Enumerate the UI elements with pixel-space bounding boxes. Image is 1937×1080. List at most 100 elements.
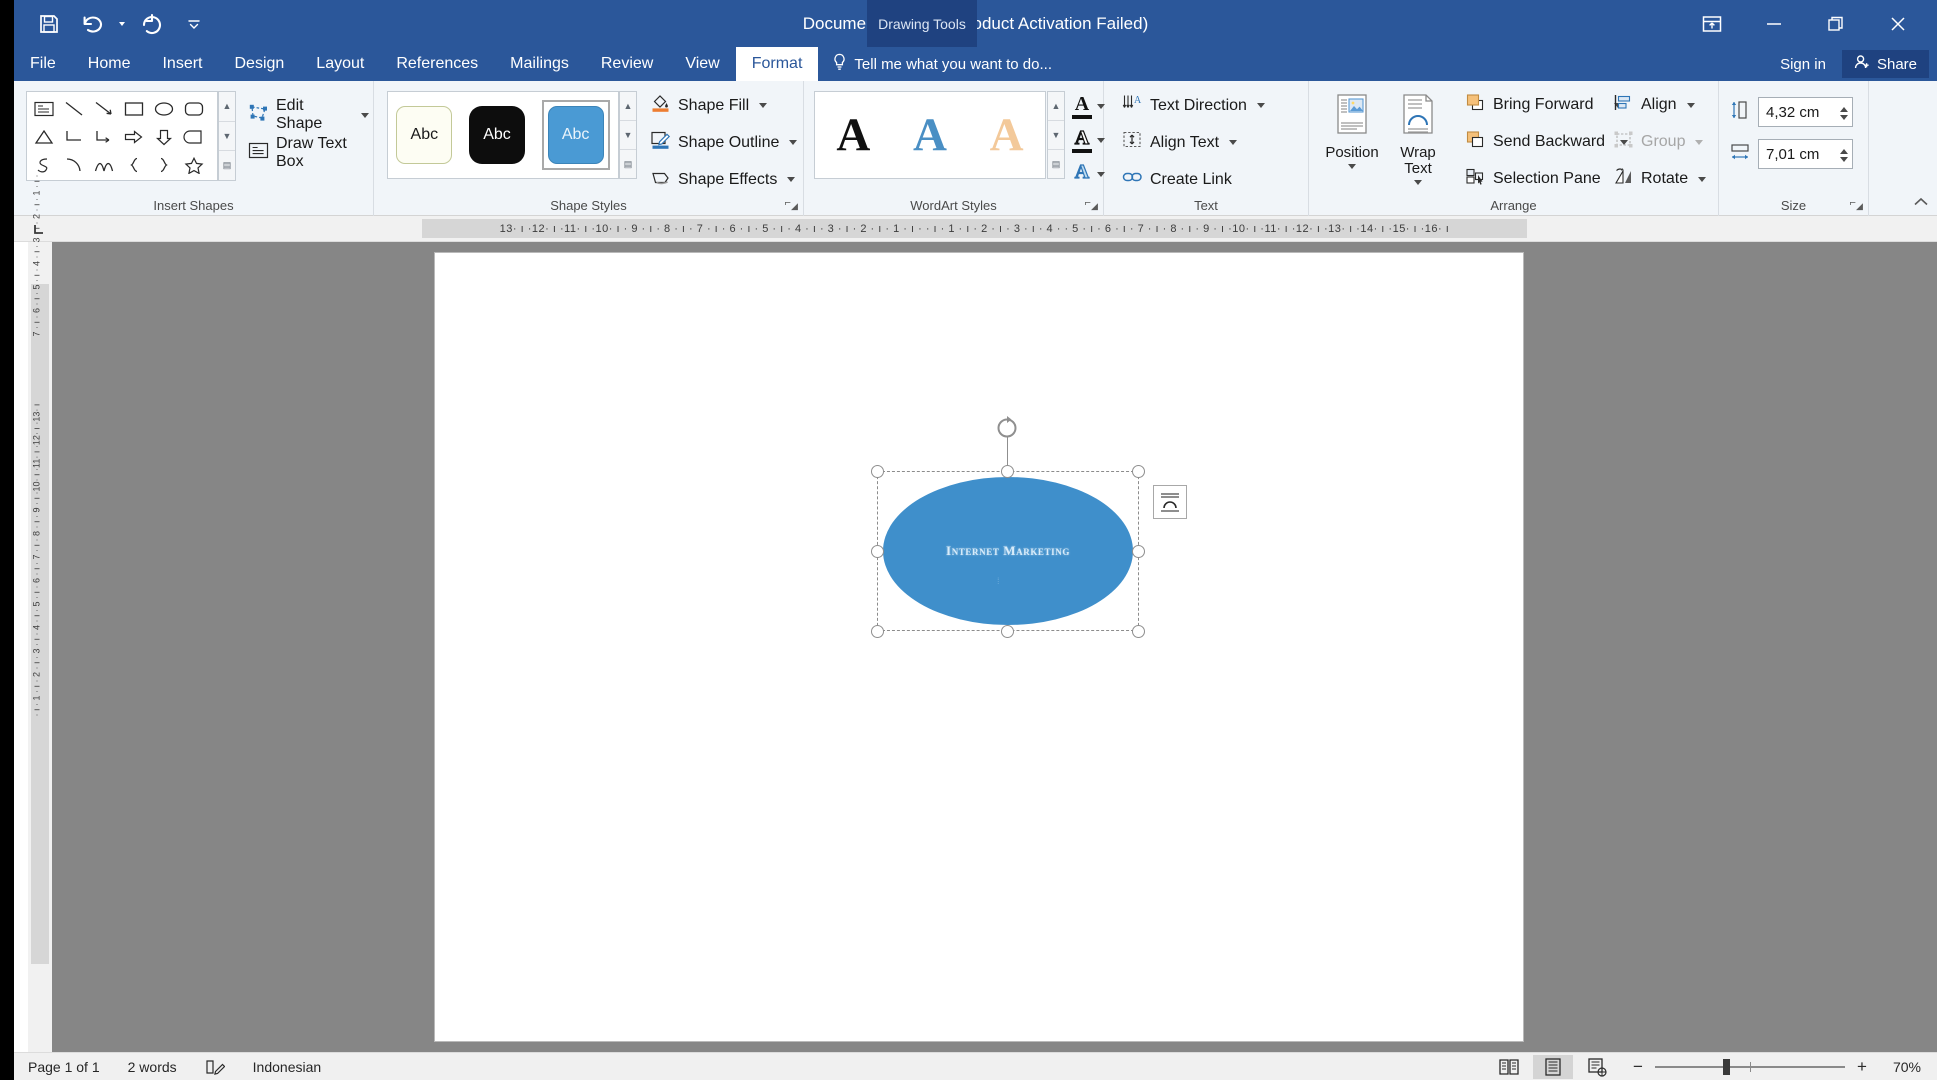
shapes-gallery-scroll-down[interactable]: ▼ <box>219 122 235 152</box>
wordart-styles-dialog-launcher[interactable]: ⌐◢ <box>1085 197 1098 212</box>
shapes-gallery-scroll-up[interactable]: ▲ <box>219 92 235 122</box>
close-icon[interactable] <box>1867 0 1929 47</box>
oval-shape-icon[interactable] <box>149 95 179 123</box>
tab-mailings[interactable]: Mailings <box>494 47 585 81</box>
shape-style-colored-fill-blue[interactable]: Abc <box>547 106 604 164</box>
rotate-button[interactable]: Rotate <box>1609 165 1710 193</box>
collapse-ribbon-icon[interactable] <box>1913 196 1929 211</box>
shape-effects-button[interactable]: Shape Effects <box>646 165 799 194</box>
wordart-style-fill-orange[interactable]: A <box>990 111 1024 159</box>
handle-top-center[interactable] <box>1001 465 1014 478</box>
tab-review[interactable]: Review <box>585 47 669 81</box>
shape-text[interactable]: Internet Marketing <box>946 543 1070 559</box>
rotate-chevron-down-icon[interactable] <box>1698 176 1707 182</box>
shape-styles-more[interactable]: ▤ <box>620 150 636 178</box>
handle-bottom-right[interactable] <box>1132 625 1145 638</box>
line-shape-icon[interactable] <box>59 95 89 123</box>
text-fill-button[interactable]: A <box>1070 93 1107 120</box>
curve-shape-icon[interactable] <box>89 151 119 179</box>
redo-icon[interactable] <box>137 9 167 39</box>
handle-middle-left[interactable] <box>871 545 884 558</box>
wrap-text-chevron-down-icon[interactable] <box>1414 179 1422 185</box>
shape-outline-button[interactable]: Shape Outline <box>646 128 801 157</box>
shape-outline-chevron-down-icon[interactable] <box>789 140 798 145</box>
create-link-button[interactable]: Create Link <box>1118 165 1236 194</box>
position-chevron-down-icon[interactable] <box>1348 163 1356 169</box>
shape-height-input[interactable]: 4,32 cm <box>1758 97 1853 127</box>
text-box-shape-icon[interactable] <box>29 95 59 123</box>
selected-shape-container[interactable]: Internet Marketing ⁞ <box>871 416 1187 638</box>
proofing-errors-icon[interactable] <box>191 1058 239 1076</box>
text-outline-button[interactable]: A <box>1070 127 1107 154</box>
undo-icon[interactable] <box>76 9 106 39</box>
text-direction-button[interactable]: A Text Direction <box>1118 91 1269 120</box>
tab-format[interactable]: Format <box>735 47 819 81</box>
align-button[interactable]: Align <box>1609 91 1699 119</box>
shape-styles-scroll-up[interactable]: ▲ <box>620 92 636 121</box>
line-arrow-shape-icon[interactable] <box>89 95 119 123</box>
zoom-slider-track[interactable] <box>1655 1058 1845 1075</box>
document-page[interactable]: Internet Marketing ⁞ <box>434 252 1524 1042</box>
edit-shape-button[interactable]: Edit Shape <box>244 95 373 135</box>
wordart-styles-gallery-scroll[interactable]: ▲ ▼ ▤ <box>1047 91 1065 179</box>
horizontal-ruler[interactable]: 13· ı ·12· ı ·11· ı ·10· ı · 9 · ı · 8 ·… <box>14 216 1937 461</box>
tab-references[interactable]: References <box>380 47 494 81</box>
tab-view[interactable]: View <box>669 47 735 81</box>
align-text-chevron-down-icon[interactable] <box>1229 140 1238 145</box>
shape-fill-button[interactable]: Shape Fill <box>646 91 771 120</box>
horizontal-ruler-track[interactable]: 13· ı ·12· ı ·11· ı ·10· ı · 9 · ı · 8 ·… <box>422 219 1527 238</box>
tab-insert[interactable]: Insert <box>146 47 218 81</box>
wordart-style-fill-blue[interactable]: A <box>913 111 947 159</box>
handle-bottom-left[interactable] <box>871 625 884 638</box>
page-indicator[interactable]: Page 1 of 1 <box>14 1059 114 1075</box>
save-icon[interactable] <box>34 9 64 39</box>
zoom-slider[interactable]: − + <box>1631 1057 1869 1077</box>
tab-file[interactable]: File <box>14 47 72 81</box>
print-layout-view-button[interactable] <box>1533 1054 1573 1079</box>
edit-shape-chevron-down-icon[interactable] <box>361 112 369 118</box>
zoom-out-button[interactable]: − <box>1631 1057 1645 1077</box>
tell-me-search[interactable]: Tell me what you want to do... <box>818 47 1066 81</box>
rounded-rectangle-shape-icon[interactable] <box>179 95 209 123</box>
tab-layout[interactable]: Layout <box>300 47 380 81</box>
selection-pane-button[interactable]: Selection Pane <box>1461 165 1605 193</box>
sign-in-button[interactable]: Sign in <box>1770 56 1836 73</box>
position-button[interactable]: Position <box>1319 89 1385 189</box>
wordart-styles-gallery[interactable]: A A A <box>814 91 1046 179</box>
oval-shape[interactable]: Internet Marketing <box>883 477 1133 625</box>
document-canvas[interactable]: Internet Marketing ⁞ <box>52 242 1937 1052</box>
wordart-styles-scroll-down[interactable]: ▼ <box>1048 121 1064 150</box>
shape-width-input[interactable]: 7,01 cm <box>1758 139 1853 169</box>
shape-style-dark-fill[interactable]: Abc <box>468 106 525 164</box>
shapes-gallery[interactable] <box>26 91 218 181</box>
wrap-text-button[interactable]: Wrap Text <box>1385 89 1451 189</box>
bring-forward-button[interactable]: Bring Forward <box>1461 91 1626 119</box>
zoom-in-button[interactable]: + <box>1855 1057 1869 1077</box>
wordart-styles-more[interactable]: ▤ <box>1048 150 1064 178</box>
shape-styles-scroll-down[interactable]: ▼ <box>620 121 636 150</box>
right-arrow-shape-icon[interactable] <box>119 123 149 151</box>
down-arrow-shape-icon[interactable] <box>149 123 179 151</box>
zoom-slider-thumb[interactable] <box>1723 1058 1730 1075</box>
align-text-button[interactable]: Align Text <box>1118 128 1241 157</box>
draw-text-box-button[interactable]: Draw Text Box <box>244 133 373 173</box>
shapes-gallery-scroll[interactable]: ▲ ▼ ▤ <box>218 91 236 181</box>
layout-options-icon[interactable] <box>1153 485 1187 519</box>
minimize-icon[interactable] <box>1743 0 1805 47</box>
text-effects-button[interactable]: A <box>1070 161 1107 188</box>
wordart-styles-scroll-up[interactable]: ▲ <box>1048 92 1064 121</box>
shape-effects-chevron-down-icon[interactable] <box>787 177 796 182</box>
shape-height-stepper[interactable] <box>1840 98 1848 128</box>
elbow-connector-shape-icon[interactable] <box>59 123 89 151</box>
size-dialog-launcher[interactable]: ⌐◢ <box>1850 197 1863 212</box>
restore-icon[interactable] <box>1805 0 1867 47</box>
language-indicator[interactable]: Indonesian <box>239 1059 336 1075</box>
handle-middle-right[interactable] <box>1132 545 1145 558</box>
qat-dropdown-icon[interactable] <box>179 9 209 39</box>
flowchart-shape-icon[interactable] <box>179 123 209 151</box>
web-layout-view-button[interactable] <box>1577 1055 1617 1079</box>
shapes-gallery-more[interactable]: ▤ <box>219 151 235 180</box>
vertical-ruler[interactable]: 7 · ı · 6 · ı · 5 · ı · 4 · ı · 3 · ı · … <box>28 174 52 1052</box>
tab-design[interactable]: Design <box>218 47 300 81</box>
shape-styles-gallery[interactable]: Abc Abc Abc <box>387 91 619 179</box>
